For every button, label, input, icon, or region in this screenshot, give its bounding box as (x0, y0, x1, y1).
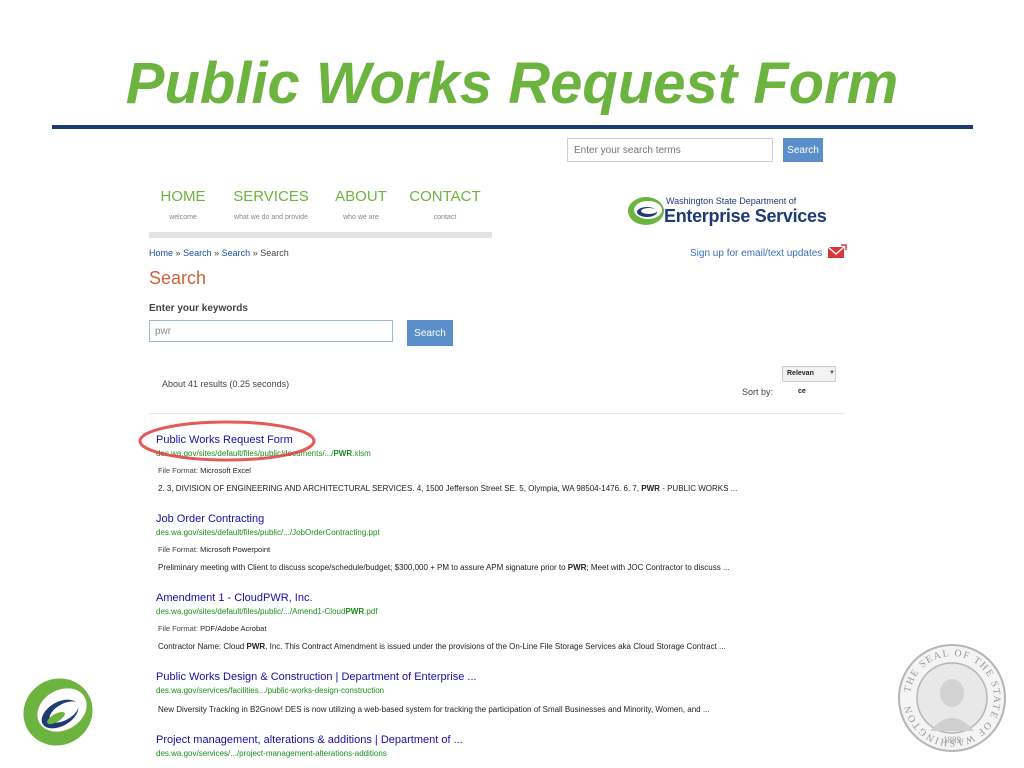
sort-label: Sort by: (742, 387, 774, 397)
email-signup-link[interactable]: Sign up for email/text updates (690, 248, 822, 259)
snippet-bold: PWR (567, 563, 587, 572)
des-swoosh-icon (628, 197, 664, 225)
result-title[interactable]: Public Works Design & Construction | Dep… (156, 671, 477, 683)
snippet-text: , Inc. This Contract Amendment is issued… (265, 642, 726, 651)
breadcrumb: Home » Search » Search » Search (149, 248, 289, 258)
result-url-bold: PWR (333, 449, 353, 458)
format-value: Microsoft Powerpoint (200, 545, 271, 554)
snippet-text: ; Meet with JOC Contractor to discuss ..… (586, 563, 730, 572)
result-url[interactable]: des.wa.gov/services/facilities.../public… (156, 686, 384, 695)
result-title[interactable]: Amendment 1 - CloudPWR, Inc. (156, 592, 313, 604)
snippet-text: - PUBLIC WORKS ... (659, 484, 738, 493)
snippet-text: Contractor Name: Cloud (158, 642, 247, 651)
format-label: File Format: (158, 466, 199, 475)
breadcrumb-search-1[interactable]: Search (183, 248, 212, 258)
breadcrumb-sep: » (252, 248, 258, 258)
result-snippet: Contractor Name: Cloud PWR, Inc. This Co… (158, 642, 726, 651)
breadcrumb-sep: » (175, 248, 181, 258)
result-title[interactable]: Project management, alterations & additi… (156, 734, 463, 746)
result-url-bold: PWR (345, 607, 365, 616)
results-count: About 41 results (0.25 seconds) (162, 379, 290, 389)
result-url-prefix: des.wa.gov/sites/default/files/public/..… (156, 607, 346, 616)
nav-services[interactable]: SERVICES what we do and provide (226, 188, 316, 221)
snippet-bold: PWR (641, 484, 660, 493)
result-format: File Format: Microsoft Powerpoint (158, 545, 270, 554)
breadcrumb-current: Search (260, 248, 289, 258)
keywords-label: Enter your keywords (149, 303, 248, 314)
sort-value-wrap: ce (798, 388, 806, 395)
results-divider (149, 413, 844, 414)
breadcrumb-sep: » (214, 248, 220, 258)
title-divider (52, 125, 973, 129)
state-seal-icon: THE SEAL OF THE STATE OF WASHINGTON 1889 (898, 644, 1006, 752)
highlight-ellipse (138, 420, 316, 462)
sort-select[interactable]: Relevan (782, 366, 836, 382)
chevron-down-icon: ▼ (829, 370, 835, 376)
snippet-text: 2. 3, DIVISION OF ENGINEERING AND ARCHIT… (158, 484, 642, 493)
nav-about-label: ABOUT (335, 188, 387, 205)
mail-icon[interactable] (827, 244, 847, 260)
result-url[interactable]: des.wa.gov/sites/default/files/public/..… (156, 607, 377, 616)
logo-name-line: Enterprise Services (664, 206, 827, 226)
result-title[interactable]: Job Order Contracting (156, 513, 264, 525)
result-format: File Format: Microsoft Excel (158, 466, 251, 475)
result-snippet: New Diversity Tracking in B2Gnow! DES is… (158, 705, 710, 714)
format-label: File Format: (158, 545, 199, 554)
breadcrumb-home[interactable]: Home (149, 248, 173, 258)
nav-about[interactable]: ABOUT who we are (334, 188, 388, 221)
result-url-suffix: .pdf (364, 607, 378, 616)
breadcrumb-search-2[interactable]: Search (222, 248, 251, 258)
site-search-input[interactable] (567, 138, 773, 162)
nav-home-label: HOME (160, 188, 206, 205)
nav-underline-bar (149, 232, 492, 238)
site-search-button[interactable]: Search (783, 138, 823, 162)
result-snippet: 2. 3, DIVISION OF ENGINEERING AND ARCHIT… (158, 484, 737, 493)
result-url-suffix: .xlsm (352, 449, 371, 458)
nav-home-sub: welcome (169, 214, 197, 221)
keywords-input[interactable] (149, 320, 393, 342)
snippet-text: Preliminary meeting with Client to discu… (158, 563, 568, 572)
format-label: File Format: (158, 624, 199, 633)
nav-about-sub: who we are (343, 214, 379, 221)
nav-services-label: SERVICES (233, 188, 309, 205)
result-url[interactable]: des.wa.gov/sites/default/files/public/..… (156, 528, 380, 537)
nav-contact-sub: contact (433, 214, 457, 221)
format-value: Microsoft Excel (200, 466, 251, 475)
slide-title: Public Works Request Form (125, 51, 899, 116)
nav-home[interactable]: HOME welcome (158, 188, 208, 221)
result-snippet: Preliminary meeting with Client to discu… (158, 563, 730, 572)
seal-year: 1889 (943, 735, 962, 745)
nav-services-sub: what we do and provide (234, 214, 308, 221)
nav-contact[interactable]: CONTACT contact (408, 188, 482, 221)
logo-dept-line: Washington State Department of (666, 196, 797, 206)
format-value: PDF/Adobe Acrobat (200, 624, 267, 633)
nav-contact-label: CONTACT (409, 188, 481, 205)
search-page-heading: Search (149, 268, 207, 288)
result-url[interactable]: des.wa.gov/services/.../project-manageme… (156, 749, 387, 758)
result-format: File Format: PDF/Adobe Acrobat (158, 624, 266, 633)
keywords-search-button[interactable]: Search (407, 320, 453, 346)
snippet-bold: PWR (246, 642, 266, 651)
des-corner-logo-icon (23, 678, 93, 746)
